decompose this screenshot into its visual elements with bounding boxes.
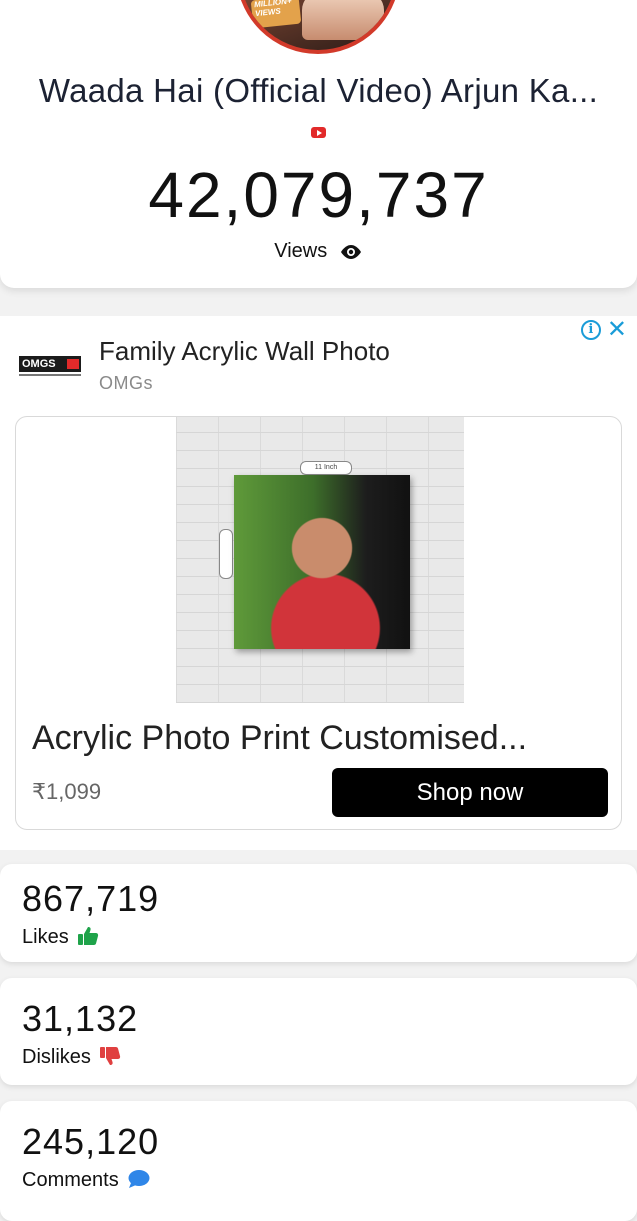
thumbnail-photo [302, 0, 384, 40]
youtube-icon [311, 127, 326, 138]
dislikes-count: 31,132 [22, 998, 139, 1039]
views-label-row: Views [0, 240, 637, 266]
logo-subline [19, 374, 81, 376]
thumbs-down-icon [99, 1046, 121, 1072]
comments-label: Comments [22, 1169, 119, 1191]
views-count: 42,079,737 [148, 159, 489, 231]
measure-label-top: 11 Inch [300, 461, 352, 475]
ad-banner[interactable]: i ✕ OMGS Family Acrylic Wall Photo OMGs … [0, 316, 637, 850]
likes-label: Likes [22, 926, 69, 948]
acrylic-photo-frame [234, 475, 410, 649]
product-title[interactable]: Acrylic Photo Print Customised... [32, 719, 527, 758]
likes-count: 867,719 [22, 878, 160, 919]
comments-count: 245,120 [22, 1121, 160, 1162]
measure-label-side [219, 529, 233, 579]
eye-icon [339, 243, 363, 266]
likes-card: 867,719 Likes [0, 864, 637, 962]
comments-card: 245,120 Comments [0, 1101, 637, 1221]
advertiser-logo: OMGS [19, 356, 81, 376]
views-label: Views [274, 240, 328, 262]
product-card[interactable]: 11 Inch Acrylic Photo Print Customised..… [15, 416, 622, 830]
dislikes-label: Dislikes [22, 1046, 91, 1068]
thumbs-up-icon [77, 926, 99, 952]
logo-tag-icon [67, 359, 79, 369]
product-image[interactable]: 11 Inch [176, 417, 464, 703]
dislikes-card: 31,132 Dislikes [0, 978, 637, 1085]
shop-now-button[interactable]: Shop now [332, 768, 608, 817]
million-views-badge: MILLION+ VIEWS [250, 0, 302, 29]
badge-text: MILLION+ VIEWS [253, 0, 292, 19]
video-thumbnail[interactable]: MILLION+ VIEWS [236, 0, 400, 54]
ad-headline[interactable]: Family Acrylic Wall Photo [99, 336, 390, 367]
logo-text: OMGS [22, 358, 56, 370]
dislikes-label-row: Dislikes [22, 1046, 121, 1072]
adchoices[interactable]: i ✕ [580, 318, 627, 342]
comments-label-row: Comments [22, 1169, 151, 1195]
close-icon[interactable]: ✕ [607, 318, 627, 342]
ad-advertiser-name: OMGs [99, 373, 153, 393]
video-stats-card: MILLION+ VIEWS Waada Hai (Official Video… [0, 0, 637, 288]
likes-label-row: Likes [22, 926, 99, 952]
speech-bubble-icon [127, 1169, 151, 1195]
product-price: ₹1,099 [32, 779, 102, 804]
video-title[interactable]: Waada Hai (Official Video) Arjun Ka... [0, 72, 637, 110]
info-icon[interactable]: i [580, 320, 601, 340]
